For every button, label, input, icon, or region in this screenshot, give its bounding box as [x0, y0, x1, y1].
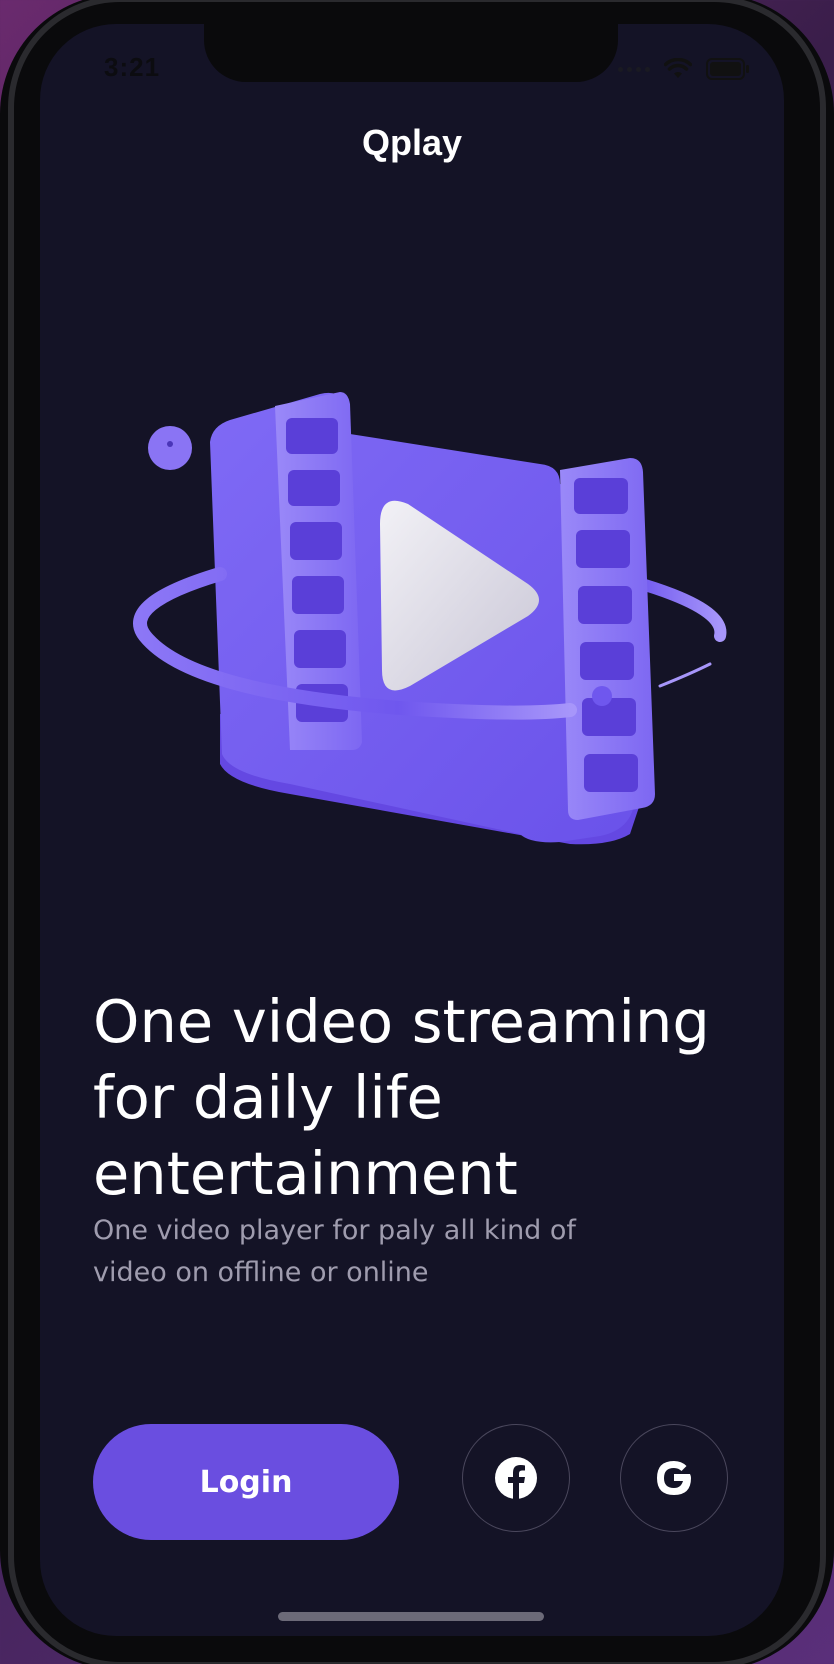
facebook-icon [495, 1457, 537, 1499]
wifi-icon [664, 58, 692, 78]
app-title: Qplay [361, 122, 463, 163]
facebook-login-button[interactable] [462, 1424, 570, 1532]
login-button[interactable]: Login [93, 1424, 399, 1540]
status-time: 3:21 [104, 52, 161, 82]
onboarding-description: One video player for paly all kind of vi… [93, 1215, 576, 1288]
film-strip-play-icon [133, 392, 727, 845]
login-button-label: Login [199, 1464, 293, 1500]
app-screen: 3:21 Qplay One video streaming for daily… [40, 24, 784, 1636]
onboarding-headline: One video streaming for daily life enter… [93, 987, 710, 1208]
google-icon [657, 1461, 691, 1495]
device-notch [204, 24, 618, 82]
google-login-button[interactable] [620, 1424, 728, 1532]
signal-dots-icon [618, 66, 650, 72]
home-indicator[interactable] [278, 1612, 544, 1621]
status-icons [618, 58, 750, 80]
battery-icon [706, 58, 749, 80]
